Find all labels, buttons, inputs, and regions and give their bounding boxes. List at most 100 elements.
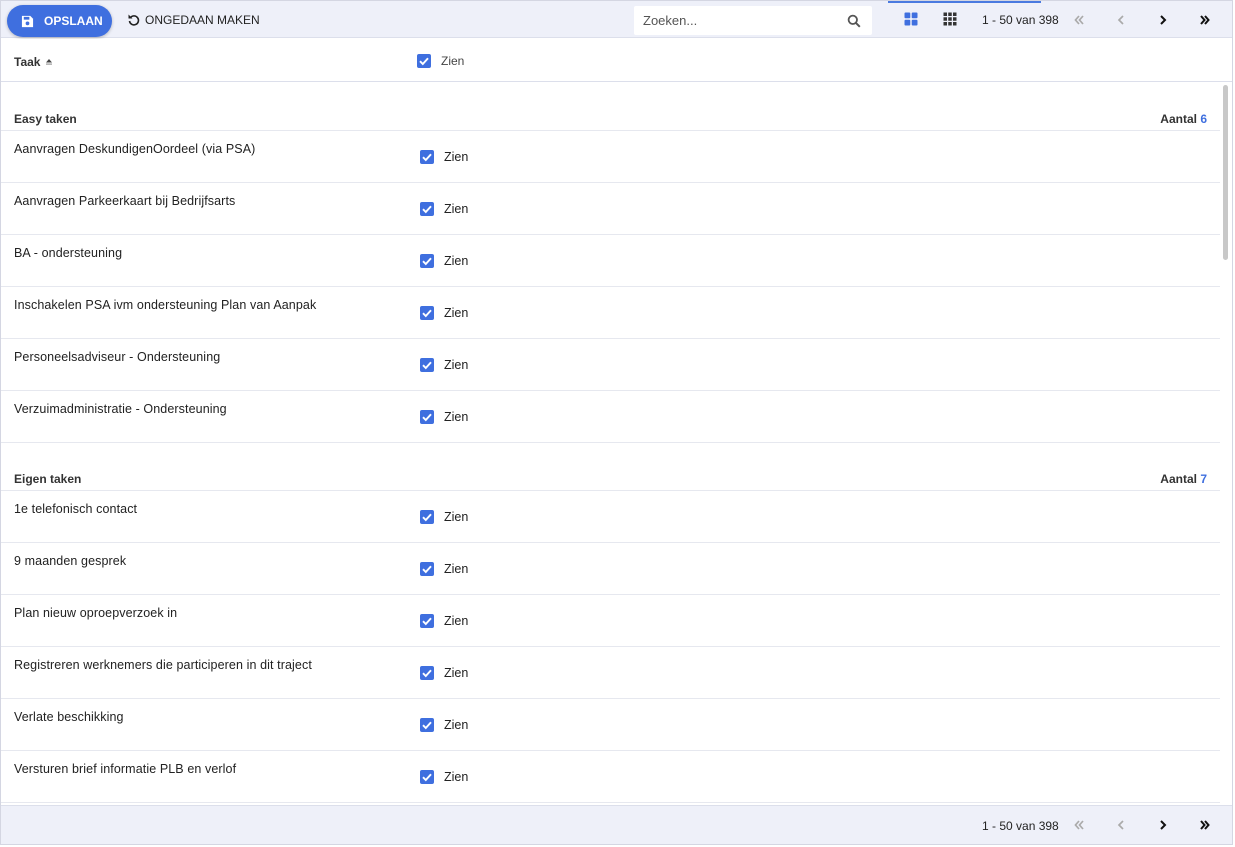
see-checkbox[interactable] [420,510,434,524]
table-row: 9 maanden gesprek Zien [1,543,1220,595]
task-name: Versturen brief informatie PLB en verlof [14,762,237,776]
see-checkbox[interactable] [420,614,434,628]
see-checkbox[interactable] [420,410,434,424]
grid-view-icon[interactable] [943,12,957,26]
see-label: Zien [444,410,469,424]
see-column-label: Zien [441,54,465,68]
see-toggle[interactable]: Zien [420,358,468,372]
table-row: Inschakelen PSA ivm ondersteuning Plan v… [1,287,1220,339]
check-icon [422,773,432,782]
table-row: BA - ondersteuning Zien [1,235,1220,287]
task-name: Registreren werknemers die participeren … [14,658,312,672]
search-icon[interactable] [847,14,861,28]
see-checkbox[interactable] [420,254,434,268]
see-toggle[interactable]: Zien [420,666,468,680]
see-label: Zien [444,306,469,320]
undo-icon [128,14,140,26]
check-icon [422,617,432,626]
toolbar-progress-line [888,1,1041,3]
group-count-value: 6 [1200,112,1207,126]
task-name: BA - ondersteuning [14,246,123,260]
check-icon [422,513,432,522]
table-row: 1e telefonisch contact Zien [1,491,1220,543]
see-toggle[interactable]: Zien [420,254,468,268]
card-view-icon[interactable] [904,12,918,26]
task-name: Verzuimadministratie - Ondersteuning [14,402,227,416]
group-count-label: Aantal [1160,112,1197,126]
see-checkbox[interactable] [420,358,434,372]
see-toggle[interactable]: Zien [420,150,468,164]
see-toggle[interactable]: Zien [420,510,468,524]
see-toggle[interactable]: Zien [420,202,468,216]
see-toggle[interactable]: Zien [420,718,468,732]
see-label: Zien [444,770,469,784]
see-label: Zien [444,718,469,732]
see-label: Zien [444,358,469,372]
see-checkbox[interactable] [420,306,434,320]
group-easy-taken: Easy taken Aantal 6 Aanvragen Deskundige… [1,83,1220,443]
undo-button[interactable]: ONGEDAAN MAKEN [127,11,260,29]
see-toggle[interactable]: Zien [420,562,468,576]
task-name: Inschakelen PSA ivm ondersteuning Plan v… [14,298,317,312]
save-button[interactable]: OPSLAAN [7,5,112,37]
app-frame: OPSLAAN ONGEDAAN MAKEN Zoeken... 1 - 50 … [0,0,1233,845]
scrollbar-thumb[interactable] [1223,85,1228,260]
group-eigen-taken: Eigen taken Aantal 7 1e telefonisch cont… [1,443,1220,803]
search-input[interactable] [634,6,844,35]
group-header: Eigen taken Aantal 7 [1,443,1220,491]
group-count-value: 7 [1200,472,1207,486]
see-toggle[interactable]: Zien [420,410,468,424]
check-icon [422,257,432,266]
see-checkbox[interactable] [420,770,434,784]
first-page-icon[interactable] [1071,817,1087,833]
see-checkbox[interactable] [420,562,434,576]
task-name: 9 maanden gesprek [14,554,127,568]
check-icon [422,361,432,370]
toolbar: OPSLAAN ONGEDAAN MAKEN Zoeken... 1 - 50 … [1,1,1232,38]
see-label: Zien [444,666,469,680]
see-checkbox[interactable] [420,718,434,732]
see-label: Zien [444,254,469,268]
table-row: Registreren werknemers die participeren … [1,647,1220,699]
previous-page-icon[interactable] [1113,817,1129,833]
sort-ascending-icon [46,59,53,65]
first-page-icon[interactable] [1071,12,1087,28]
see-label: Zien [444,510,469,524]
next-page-icon[interactable] [1155,12,1171,28]
select-all-checkbox[interactable] [417,54,431,68]
see-label: Zien [444,562,469,576]
check-icon [422,153,432,162]
last-page-icon[interactable] [1197,817,1213,833]
see-column-header: Zien [417,54,464,68]
previous-page-icon[interactable] [1113,12,1129,28]
group-title: Easy taken [14,112,77,126]
task-name: Aanvragen DeskundigenOordeel (via PSA) [14,142,256,156]
group-count: Aantal 6 [1160,112,1207,126]
see-checkbox[interactable] [420,150,434,164]
last-page-icon[interactable] [1197,12,1213,28]
table-row: Aanvragen DeskundigenOordeel (via PSA) Z… [1,131,1220,183]
check-icon [422,205,432,214]
table-row: Versturen brief informatie PLB en verlof… [1,751,1220,803]
see-toggle[interactable]: Zien [420,306,468,320]
floppy-disk-icon [21,15,34,27]
see-checkbox[interactable] [420,666,434,680]
see-toggle[interactable]: Zien [420,770,468,784]
see-label: Zien [444,614,469,628]
table-row: Aanvragen Parkeerkaart bij Bedrijfsarts … [1,183,1220,235]
table-row: Personeelsadviseur - Ondersteuning Zien [1,339,1220,391]
search-box [634,6,872,35]
task-name: Plan nieuw oproepverzoek in [14,606,178,620]
table-row: Plan nieuw oproepverzoek in Zien [1,595,1220,647]
footer-pager: 1 - 50 van 398 [1,805,1232,844]
see-checkbox[interactable] [420,202,434,216]
task-list[interactable]: Easy taken Aantal 6 Aanvragen Deskundige… [1,83,1220,804]
task-name: 1e telefonisch contact [14,502,138,516]
see-label: Zien [444,150,469,164]
task-column-header[interactable]: Taak [14,55,53,69]
task-name: Aanvragen Parkeerkaart bij Bedrijfsarts [14,194,236,208]
see-toggle[interactable]: Zien [420,614,468,628]
undo-button-label: ONGEDAAN MAKEN [145,13,260,27]
next-page-icon[interactable] [1155,817,1171,833]
column-header-row: Taak Zien [1,39,1232,82]
